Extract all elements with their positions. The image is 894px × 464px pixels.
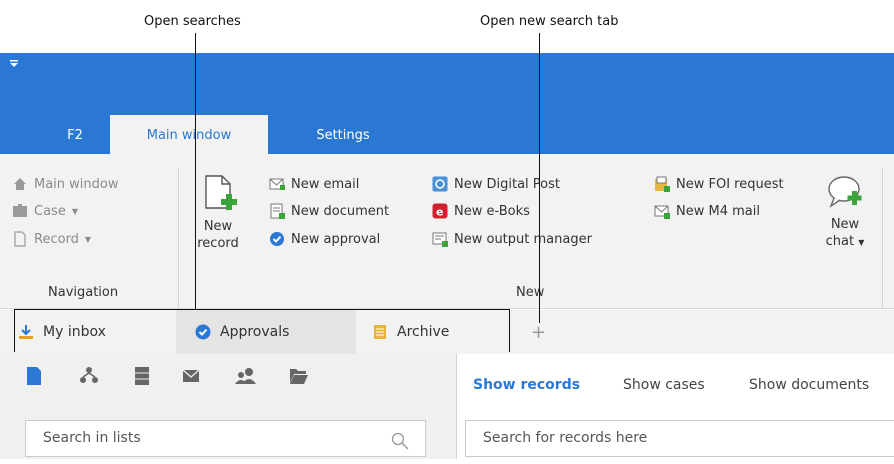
home-icon: [12, 176, 28, 192]
new-record-label-1: New: [203, 219, 233, 234]
nav-main-window-label: Main window: [34, 176, 119, 192]
record-icon: [12, 231, 28, 247]
org-chart-icon[interactable]: [79, 366, 99, 390]
title-bar: [0, 53, 894, 115]
tab-show-records[interactable]: Show records: [473, 377, 580, 393]
new-chat-button[interactable]: New chat ▼: [822, 172, 868, 251]
new-m4-mail-button[interactable]: New M4 mail: [654, 203, 760, 219]
tab-settings[interactable]: Settings: [302, 115, 384, 154]
callout-open-searches: Open searches: [144, 14, 241, 29]
nav-record[interactable]: Record ▼: [12, 231, 91, 247]
ribbon: Main window Case ▼ Record ▼ Navigation N…: [0, 154, 894, 309]
svg-text:e: e: [436, 206, 443, 219]
new-record-button[interactable]: New record: [196, 172, 240, 252]
tab-show-cases[interactable]: Show cases: [623, 377, 705, 393]
list-icon[interactable]: [134, 366, 150, 390]
lists-search-placeholder: Search in lists: [43, 430, 141, 446]
tab-main-window[interactable]: Main window: [110, 115, 268, 154]
new-approval-button[interactable]: New approval: [269, 231, 380, 247]
new-chat-label-2: chat ▼: [825, 234, 865, 249]
new-eboks-button[interactable]: e New e-Boks: [432, 203, 530, 219]
new-email-label: New email: [291, 176, 360, 192]
m4-mail-icon: [654, 203, 670, 219]
new-m4-mail-label: New M4 mail: [676, 203, 760, 219]
records-search-placeholder: Search for records here: [483, 430, 648, 446]
folder-open-icon[interactable]: [289, 366, 309, 390]
foi-request-icon: [654, 176, 670, 192]
new-foi-request-button[interactable]: New FOI request: [654, 176, 784, 192]
quick-access-menu-icon[interactable]: [9, 59, 19, 72]
nav-case-label: Case: [34, 203, 66, 219]
new-digital-post-button[interactable]: New Digital Post: [432, 176, 560, 192]
new-output-manager-button[interactable]: New output manager: [432, 231, 592, 247]
tab-show-documents[interactable]: Show documents: [749, 377, 869, 393]
digital-post-icon: [432, 176, 448, 192]
mail-stack-icon[interactable]: [181, 366, 201, 390]
callout-open-searches-box: [14, 309, 510, 352]
ribbon-tab-bar: F2 Main window Settings: [0, 115, 894, 154]
email-icon: [269, 176, 285, 192]
lists-search-input[interactable]: Search in lists: [25, 420, 426, 457]
new-document-label: New document: [291, 203, 390, 219]
new-document-button[interactable]: New document: [269, 203, 389, 219]
new-foi-request-label: New FOI request: [676, 176, 784, 192]
callout-open-new-search-tab: Open new search tab: [480, 14, 619, 29]
records-search-input[interactable]: Search for records here: [465, 420, 894, 457]
new-digital-post-label: New Digital Post: [454, 176, 560, 192]
new-record-icon: [198, 172, 238, 212]
callout-leader-new-search-tab: [539, 33, 541, 323]
new-record-label-2: record: [197, 236, 239, 251]
case-icon: [12, 203, 28, 219]
document-icon: [269, 203, 285, 219]
nav-case[interactable]: Case ▼: [12, 203, 78, 219]
chevron-down-icon: ▼: [858, 238, 865, 247]
eboks-icon: e: [432, 203, 448, 219]
nav-main-window[interactable]: Main window: [12, 176, 119, 192]
navigation-group-label: Navigation: [48, 285, 119, 300]
tab-f2[interactable]: F2: [60, 115, 90, 154]
new-email-button[interactable]: New email: [269, 176, 359, 192]
group-separator: [178, 168, 179, 308]
callout-leader-open-searches: [195, 33, 197, 309]
new-eboks-label: New e-Boks: [454, 203, 530, 219]
new-chat-label-1: New: [830, 217, 860, 232]
chevron-down-icon: ▼: [84, 234, 92, 244]
new-search-tab-button[interactable]: +: [531, 310, 551, 354]
plus-icon: +: [531, 321, 547, 343]
nav-record-label: Record: [34, 231, 79, 247]
approval-icon: [269, 231, 285, 247]
record-filled-icon[interactable]: [26, 366, 42, 390]
new-output-manager-label: New output manager: [454, 231, 592, 247]
left-pane: Search in lists: [0, 354, 457, 459]
chat-icon: [825, 172, 865, 212]
users-icon[interactable]: [234, 366, 256, 390]
group-separator: [882, 168, 883, 308]
output-manager-icon: [432, 231, 448, 247]
new-approval-label: New approval: [291, 231, 381, 247]
chevron-down-icon: ▼: [71, 206, 78, 216]
